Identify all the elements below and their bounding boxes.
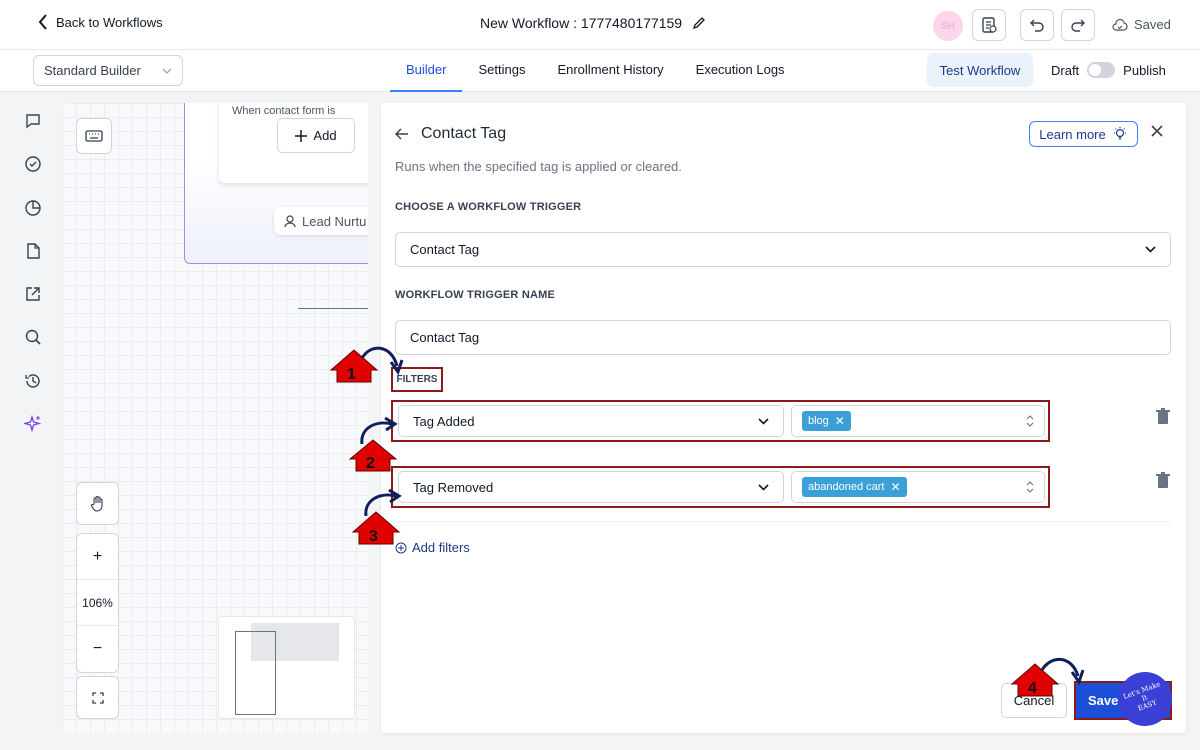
step-number-3: 3 xyxy=(369,528,378,545)
annotation-layer: 1 2 3 4 xyxy=(329,346,1085,697)
step-marker-1 xyxy=(329,346,404,383)
step-number-1: 1 xyxy=(347,366,356,383)
step-number-2: 2 xyxy=(366,455,375,472)
step-marker-4 xyxy=(1010,658,1085,697)
step-number-4: 4 xyxy=(1028,680,1037,697)
watermark-text: Let's Make It EASY xyxy=(1122,680,1162,713)
